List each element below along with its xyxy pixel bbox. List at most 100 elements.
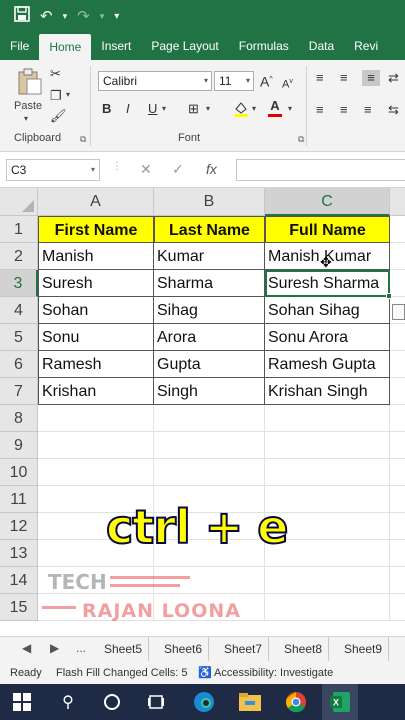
font-color-dropdown-icon[interactable]: ▾ — [288, 104, 292, 113]
ribbon-tab-insert[interactable]: Insert — [91, 32, 141, 60]
accessibility-status[interactable]: Accessibility: Investigate — [214, 662, 333, 684]
task-view-icon[interactable] — [144, 690, 168, 714]
cell-c14[interactable] — [265, 567, 390, 594]
cell-d2[interactable] — [390, 243, 405, 270]
sheet-tab-sheet9[interactable]: Sheet9 — [338, 637, 390, 661]
font-name-dropdown-icon[interactable]: ▾ — [204, 72, 208, 90]
cell-b3[interactable]: Sharma — [154, 270, 265, 297]
customize-qat-icon[interactable]: ▾ — [114, 11, 119, 22]
redo-icon[interactable]: ↷ — [77, 7, 90, 25]
merge-icon[interactable]: ⇆ — [388, 102, 399, 118]
ribbon-tab-page-layout[interactable]: Page Layout — [141, 32, 228, 60]
name-box-dropdown-icon[interactable]: ▾ — [91, 160, 95, 180]
align-right-icon[interactable]: ≡ — [364, 102, 372, 118]
grow-font-icon[interactable]: A^ — [260, 72, 273, 90]
search-icon[interactable]: ⚲ — [56, 690, 80, 714]
cell-d3[interactable] — [390, 270, 405, 297]
font-color-icon[interactable]: A — [268, 98, 282, 117]
cortana-icon[interactable] — [100, 690, 124, 714]
cell-d8[interactable] — [390, 405, 405, 432]
more-sheets-button[interactable]: ... — [76, 641, 86, 655]
cancel-entry-icon[interactable]: ✕ — [140, 161, 152, 178]
cell-b2[interactable]: Kumar — [154, 243, 265, 270]
copy-icon[interactable]: ❐ — [50, 88, 62, 104]
row-header-5[interactable]: 5 — [0, 324, 38, 351]
cell-a2[interactable]: Manish — [38, 243, 154, 270]
insert-function-icon[interactable]: fx — [206, 161, 217, 177]
file-explorer-icon[interactable] — [238, 690, 262, 714]
cell-b6[interactable]: Gupta — [154, 351, 265, 378]
column-header-a[interactable]: A — [38, 188, 154, 216]
font-size-dropdown-icon[interactable]: ▾ — [246, 72, 250, 90]
bold-button[interactable]: B — [102, 101, 111, 117]
sheet-scroll-left-icon[interactable]: ◀ — [22, 641, 31, 655]
row-header-3[interactable]: 3 — [0, 270, 38, 297]
row-header-10[interactable]: 10 — [0, 459, 38, 486]
shrink-font-icon[interactable]: Av — [282, 74, 293, 93]
wrap-text-icon[interactable]: ⇄ — [388, 70, 399, 86]
column-header-c[interactable]: C — [265, 188, 390, 216]
select-all-button[interactable] — [0, 188, 38, 216]
cell-d1[interactable] — [390, 216, 405, 243]
row-header-8[interactable]: 8 — [0, 405, 38, 432]
fill-handle[interactable] — [386, 293, 392, 299]
undo-dropdown-icon[interactable]: ▾ — [63, 11, 68, 22]
chrome-icon[interactable] — [284, 690, 308, 714]
formula-input[interactable] — [236, 159, 405, 181]
row-header-14[interactable]: 14 — [0, 567, 38, 594]
cell-d11[interactable] — [390, 486, 405, 513]
cell-b5[interactable]: Arora — [154, 324, 265, 351]
sheet-tab-sheet7[interactable]: Sheet7 — [218, 637, 270, 661]
ribbon-tab-data[interactable]: Data — [299, 32, 344, 60]
cell-c9[interactable] — [265, 432, 390, 459]
align-middle-icon[interactable]: ≡ — [340, 70, 348, 86]
cell-a1[interactable]: First Name — [38, 216, 154, 243]
underline-button[interactable]: U — [148, 101, 157, 117]
copy-dropdown-icon[interactable]: ▾ — [66, 90, 70, 99]
cell-c4[interactable]: Sohan Sihag — [265, 297, 390, 324]
italic-button[interactable]: I — [126, 101, 130, 117]
cell-d14[interactable] — [390, 567, 405, 594]
paste-dropdown-icon[interactable]: ▾ — [24, 114, 28, 123]
flash-fill-options-icon[interactable] — [392, 304, 405, 320]
format-painter-icon[interactable]: 🖌 — [50, 108, 67, 124]
cell-d15[interactable] — [390, 594, 405, 621]
sheet-tab-sheet6[interactable]: Sheet6 — [158, 637, 210, 661]
cut-icon[interactable]: ✂ — [50, 66, 61, 82]
row-header-2[interactable]: 2 — [0, 243, 38, 270]
row-header-4[interactable]: 4 — [0, 297, 38, 324]
ribbon-tab-file[interactable]: File — [0, 32, 39, 60]
cell-a10[interactable] — [38, 459, 154, 486]
paste-label[interactable]: Paste — [14, 100, 42, 112]
sheet-tab-sheet5[interactable]: Sheet5 — [98, 637, 150, 661]
cell-c7[interactable]: Krishan Singh — [265, 378, 390, 405]
fill-color-icon[interactable] — [232, 100, 250, 122]
cell-a3[interactable]: Suresh — [38, 270, 154, 297]
font-size-combo[interactable]: 11 ▾ — [214, 71, 254, 91]
cell-c8[interactable] — [265, 405, 390, 432]
cell-d13[interactable] — [390, 540, 405, 567]
column-header-b[interactable]: B — [154, 188, 265, 216]
underline-dropdown-icon[interactable]: ▾ — [162, 104, 166, 113]
font-launcher-icon[interactable]: ⧉ — [298, 134, 304, 145]
cell-c5[interactable]: Sonu Arora — [265, 324, 390, 351]
fill-color-dropdown-icon[interactable]: ▾ — [252, 104, 256, 113]
cell-a8[interactable] — [38, 405, 154, 432]
borders-dropdown-icon[interactable]: ▾ — [206, 104, 210, 113]
ribbon-tab-revi[interactable]: Revi — [344, 32, 388, 60]
column-header-extra[interactable] — [390, 188, 405, 216]
cell-d7[interactable] — [390, 378, 405, 405]
cell-d6[interactable] — [390, 351, 405, 378]
cell-a5[interactable]: Sonu — [38, 324, 154, 351]
cell-d10[interactable] — [390, 459, 405, 486]
cell-c3[interactable]: Suresh Sharma — [265, 270, 390, 297]
name-box[interactable]: C3 ▾ — [6, 159, 100, 181]
cell-b8[interactable] — [154, 405, 265, 432]
align-center-icon[interactable]: ≡ — [340, 102, 348, 118]
row-header-15[interactable]: 15 — [0, 594, 38, 621]
excel-icon[interactable]: X — [328, 690, 352, 714]
formula-bar-grip-icon[interactable]: ⋮ — [112, 161, 122, 172]
cell-b1[interactable]: Last Name — [154, 216, 265, 243]
cell-d9[interactable] — [390, 432, 405, 459]
cell-b10[interactable] — [154, 459, 265, 486]
